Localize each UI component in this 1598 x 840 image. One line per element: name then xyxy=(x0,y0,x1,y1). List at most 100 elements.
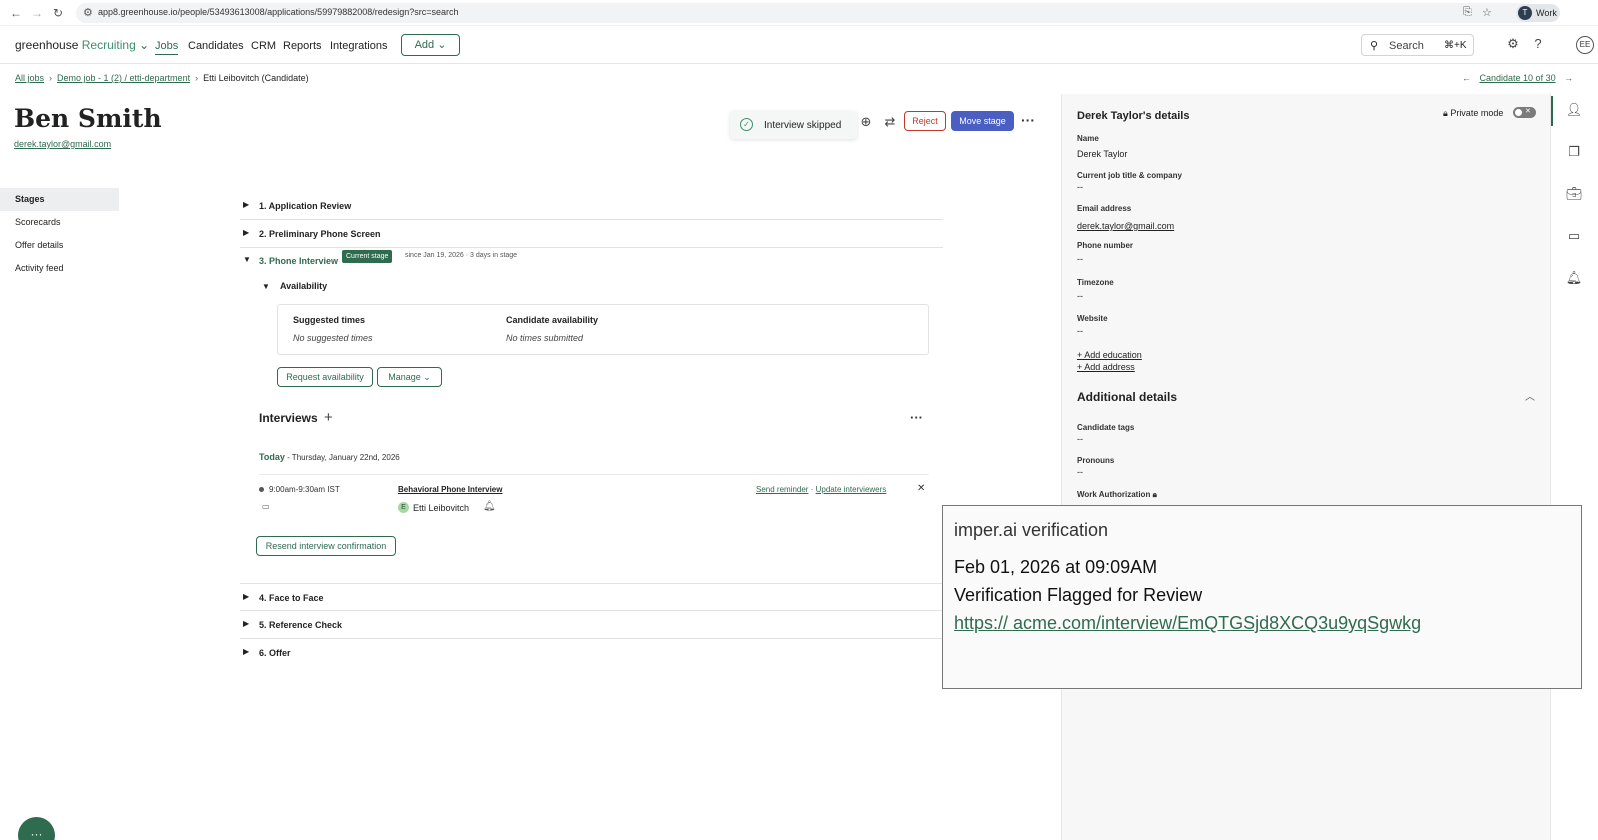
interview-time: 9:00am-9:30am IST xyxy=(269,485,340,494)
interviews-more-icon[interactable]: ··· xyxy=(910,410,923,425)
video-camera-icon[interactable]: ▭ xyxy=(262,502,270,511)
additional-details-heading: Additional details xyxy=(1077,390,1178,404)
bell-icon[interactable]: 🔔︎ xyxy=(1565,270,1583,288)
more-options-icon[interactable]: ··· xyxy=(1021,112,1035,128)
interview-row: 9:00am-9:30am IST ▭ Behavioral Phone Int… xyxy=(259,474,929,516)
suggested-times-value: No suggested times xyxy=(293,333,373,343)
sidebar-item-scorecards[interactable]: Scorecards xyxy=(0,211,119,234)
move-stage-button[interactable]: Move stage xyxy=(951,111,1014,131)
user-avatar[interactable]: EE xyxy=(1576,36,1594,54)
stage-row[interactable]: ▶ 5. Reference Check xyxy=(240,611,943,639)
profile-avatar: T xyxy=(1518,6,1532,20)
sidebar-item-offer-details[interactable]: Offer details xyxy=(0,234,119,257)
reject-button[interactable]: Reject xyxy=(904,111,946,131)
private-mode-text: Private mode xyxy=(1450,108,1504,118)
chevron-right-icon: › xyxy=(49,73,53,83)
caret-right-icon: ▶ xyxy=(243,592,250,601)
chevron-down-icon: ⌄ xyxy=(139,38,150,52)
add-address-link[interactable]: + Add address xyxy=(1077,362,1135,372)
stage-label: 6. Offer xyxy=(259,648,291,658)
current-stage-badge: Current stage xyxy=(342,250,393,263)
add-interview-plus-icon[interactable]: + xyxy=(324,409,333,426)
popup-link[interactable]: https:// acme.com/interview/EmQTGSjd8XCQ… xyxy=(954,613,1421,634)
website-label: Website xyxy=(1077,314,1108,323)
timezone-label: Timezone xyxy=(1077,278,1114,287)
stage-label: 1. Application Review xyxy=(259,201,352,211)
email-value-link[interactable]: derek.taylor@gmail.com xyxy=(1077,221,1174,231)
interview-title-link[interactable]: Behavioral Phone Interview xyxy=(398,485,502,494)
chevron-up-icon[interactable]: ︿ xyxy=(1525,388,1535,403)
add-button[interactable]: Add ⌄ xyxy=(401,34,460,56)
reload-icon[interactable]: ↻ xyxy=(53,6,63,20)
candidate-count-link[interactable]: Candidate 10 of 30 xyxy=(1480,73,1556,83)
install-icon[interactable]: ⎘ xyxy=(1463,6,1472,19)
comment-icon[interactable]: ▭ xyxy=(1565,228,1583,246)
site-info-icon[interactable]: ⚙ xyxy=(83,6,93,19)
person-icon[interactable]: 👤︎ xyxy=(1565,102,1583,120)
help-icon[interactable]: ? xyxy=(1531,37,1545,51)
candidate-name: Ben Smith xyxy=(14,104,162,133)
candidate-email-link[interactable]: derek.taylor@gmail.com xyxy=(14,139,111,149)
search-label: Search xyxy=(1389,40,1424,52)
chat-bubble-icon[interactable]: ··· xyxy=(18,817,55,840)
breadcrumb-current: Etti Leibovitch (Candidate) xyxy=(203,73,309,83)
work-authorization-label: Work Authorization 🔒︎ xyxy=(1077,490,1157,500)
send-reminder-link[interactable]: Send reminder xyxy=(756,485,808,494)
stage-row[interactable]: ▶ 4. Face to Face xyxy=(240,583,943,611)
lock-icon: 🔒︎ xyxy=(1152,490,1157,499)
bell-icon[interactable]: 🔔︎ xyxy=(483,501,496,512)
transfer-icon[interactable]: ⇄ xyxy=(882,114,898,130)
manage-button[interactable]: Manage ⌄ xyxy=(377,367,442,387)
close-icon[interactable]: ✕ xyxy=(917,483,925,494)
briefcase-icon[interactable]: 💼︎ xyxy=(1565,186,1583,204)
sidebar-item-activity-feed[interactable]: Activity feed xyxy=(0,257,119,280)
search-icon: ⚲ xyxy=(1370,40,1379,52)
details-title: Derek Taylor's details xyxy=(1077,110,1190,122)
add-circle-icon[interactable]: ⊕ xyxy=(858,114,874,130)
interview-date: - Thursday, January 22nd, 2026 xyxy=(284,453,400,462)
nav-crm[interactable]: CRM xyxy=(251,40,276,52)
address-bar[interactable]: ⚙ app8.greenhouse.io/people/53493613008/… xyxy=(76,3,1531,23)
stage-row[interactable]: ▶ 2. Preliminary Phone Screen xyxy=(240,220,943,248)
interview-actions: Send reminder · Update interviewers xyxy=(756,485,886,494)
greenhouse-logo[interactable]: greenhouse Recruiting ⌄ xyxy=(15,38,149,52)
interview-date-header: Today - Thursday, January 22nd, 2026 xyxy=(259,452,400,462)
interviewer-name: Etti Leibovitch xyxy=(413,503,470,513)
timezone-value: -- xyxy=(1077,291,1083,301)
stage-row[interactable]: ▶ 6. Offer xyxy=(240,639,943,667)
work-authorization-text: Work Authorization xyxy=(1077,490,1151,499)
candidate-availability-value: No times submitted xyxy=(506,333,584,343)
profile-chip[interactable]: T Work xyxy=(1516,4,1560,22)
right-icon-rail: 👤︎ ❐ 💼︎ ▭ 🔔︎ xyxy=(1550,94,1598,840)
candidate-pager: ← Candidate 10 of 30 → xyxy=(1462,73,1573,83)
nav-reports[interactable]: Reports xyxy=(283,40,322,52)
next-candidate-arrow-icon[interactable]: → xyxy=(1564,73,1573,83)
prev-candidate-arrow-icon[interactable]: ← xyxy=(1462,73,1471,83)
resend-confirmation-button[interactable]: Resend interview confirmation xyxy=(256,536,396,556)
private-mode-toggle[interactable]: ✕ xyxy=(1513,107,1536,118)
stage-row[interactable]: ▶ 1. Application Review xyxy=(240,192,943,220)
request-availability-button[interactable]: Request availability xyxy=(277,367,373,387)
phone-label: Phone number xyxy=(1077,241,1134,250)
profile-label: Work xyxy=(1536,8,1557,18)
nav-candidates[interactable]: Candidates xyxy=(188,40,244,52)
breadcrumb-all-jobs[interactable]: All jobs xyxy=(15,73,44,83)
add-education-link[interactable]: + Add education xyxy=(1077,350,1142,360)
caret-down-icon[interactable]: ▼ xyxy=(262,282,270,291)
interviewer-avatar: E xyxy=(398,502,409,513)
sidebar-item-stages[interactable]: Stages xyxy=(0,188,119,211)
lock-icon: 🔒︎ xyxy=(1443,108,1448,118)
forward-icon[interactable]: → xyxy=(31,6,43,20)
documents-icon[interactable]: ❐ xyxy=(1565,144,1583,162)
nav-jobs[interactable]: Jobs xyxy=(155,40,179,55)
settings-gear-icon[interactable]: ⚙ xyxy=(1506,37,1520,51)
update-interviewers-link[interactable]: Update interviewers xyxy=(816,485,887,494)
active-indicator xyxy=(1551,96,1553,126)
back-icon[interactable]: ← xyxy=(10,6,22,20)
popup-date: Feb 01, 2026 at 09:09AM xyxy=(954,557,1158,577)
name-value: Derek Taylor xyxy=(1077,149,1128,159)
search-button[interactable]: ⚲ Search ⌘+K xyxy=(1361,34,1474,56)
nav-integrations[interactable]: Integrations xyxy=(330,40,387,52)
bookmark-star-icon[interactable]: ☆ xyxy=(1482,6,1492,19)
breadcrumb-job[interactable]: Demo job - 1 (2) / etti-department xyxy=(57,73,190,83)
